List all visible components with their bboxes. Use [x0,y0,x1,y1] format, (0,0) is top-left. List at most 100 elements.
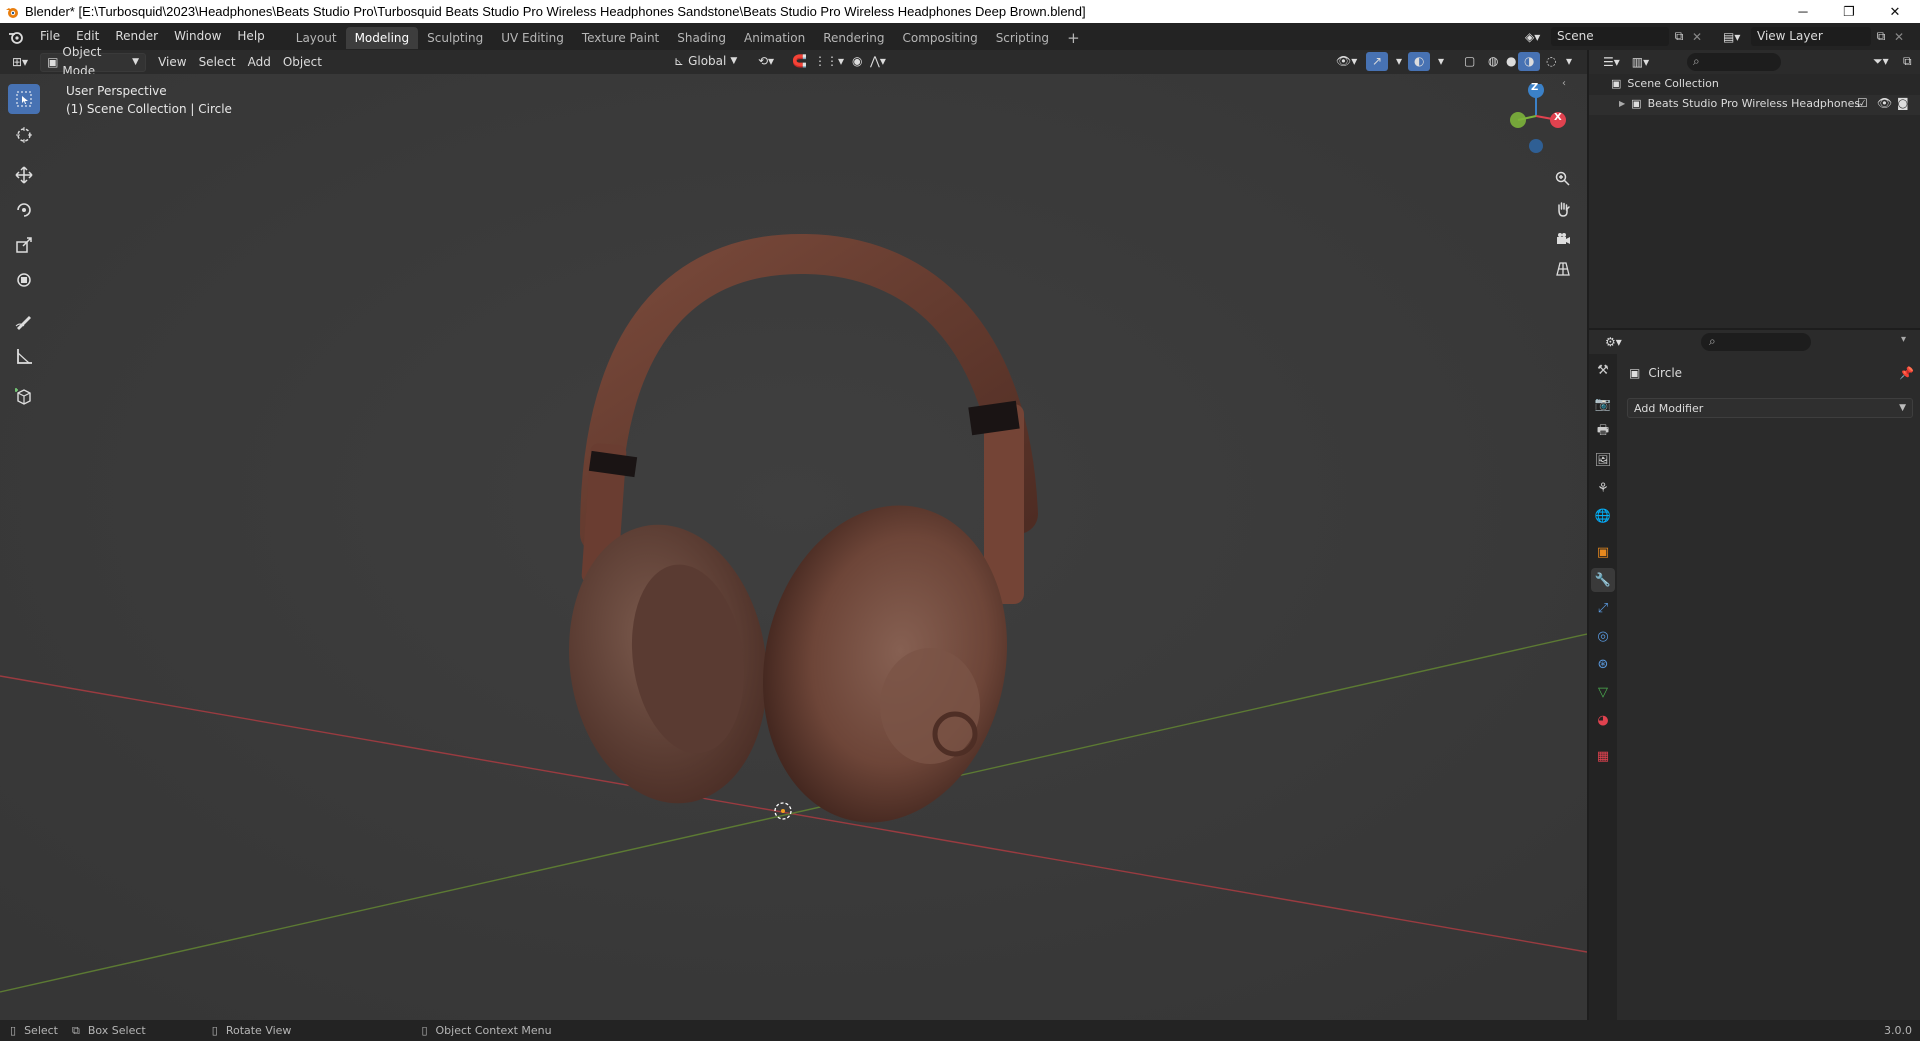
new-scene-icon[interactable]: ⧉ [1669,29,1689,44]
restore-button[interactable]: ❐ [1826,0,1872,23]
view-layer-tab-icon[interactable]: 🖼 [1591,448,1615,472]
options-dropdown-icon[interactable]: ▾ [1901,334,1906,345]
scene-collection-row[interactable]: ▣ Scene Collection [1611,77,1719,90]
add-cube-tool[interactable] [8,381,40,411]
snap-target-icon[interactable]: ⋮⋮▾ [808,52,850,71]
pivot-point-icon[interactable]: ⟲▾ [752,52,780,71]
new-collection-icon[interactable]: ⧉ [1897,52,1918,71]
3d-viewport[interactable]: User Perspective (1) Scene Collection | … [0,74,1587,1020]
gizmo-dropdown-icon[interactable]: ▾ [1390,52,1408,71]
delete-scene-icon[interactable]: ✕ [1689,30,1705,44]
gizmo-toggle-icon[interactable]: ↗ [1366,52,1389,71]
view-layer-selector[interactable]: ▤▾ View Layer ⧉ ✕ [1723,27,1907,46]
outliner-item-headphones[interactable]: ▶ ▣ Beats Studio Pro Wireless Headphones [1619,97,1860,110]
constraints-tab-icon[interactable]: ⊛ [1591,652,1615,676]
orientation-dropdown[interactable]: ⊾ Global ▼ [668,52,743,71]
filter-icon[interactable]: ⏷▾ [1867,52,1895,71]
cursor-tool[interactable] [8,120,40,150]
material-preview-icon[interactable]: ◑ [1518,52,1541,71]
blender-menu-icon[interactable] [0,30,32,44]
properties-search-input[interactable]: ⌕ [1701,333,1811,351]
close-button[interactable]: ✕ [1872,0,1918,23]
window-title-bar: Blender* [E:\Turbosquid\2023\Headphones\… [0,0,1920,23]
scene-tab-icon[interactable]: ⚘ [1591,476,1615,500]
navigation-gizmo[interactable]: Z X [1498,82,1570,156]
object-tab-icon[interactable]: ▣ [1591,540,1615,564]
orientation-icon: ⊾ [674,54,685,68]
tab-shading[interactable]: Shading [668,27,735,49]
move-tool[interactable] [8,160,40,190]
scene-selector[interactable]: ◈▾ Scene ⧉ ✕ [1525,27,1705,46]
texture-tab-icon[interactable]: ▦ [1591,744,1615,768]
menu-object[interactable]: Object [277,53,328,72]
scale-tool[interactable] [8,230,40,260]
status-select: Select [24,1024,58,1037]
minimize-button[interactable]: ─ [1780,0,1826,23]
menu-select[interactable]: Select [193,53,242,72]
tab-uv-editing[interactable]: UV Editing [492,27,573,49]
overlay-toggle-icon[interactable]: ◐ [1408,52,1431,71]
menu-help[interactable]: Help [229,23,272,50]
data-tab-icon[interactable]: ▽ [1591,680,1615,704]
outliner-panel: ☰▾ ▥▾ ⌕ ⏷▾ ⧉ ▣ Scene Collection ▶ ▣ Beat… [1589,50,1920,328]
tab-layout[interactable]: Layout [287,27,346,49]
delete-view-layer-icon[interactable]: ✕ [1891,30,1907,44]
mode-dropdown[interactable]: ▣ Object Mode ▼ [40,45,147,78]
output-tab-icon[interactable]: 🖶 [1591,420,1615,444]
pan-hand-icon[interactable] [1550,196,1576,222]
particles-tab-icon[interactable]: ⤢ [1591,596,1615,620]
new-view-layer-icon[interactable]: ⧉ [1871,29,1891,44]
camera-render-icon[interactable]: ◙ [1897,96,1909,110]
rotate-tool[interactable] [8,195,40,225]
render-tab-icon[interactable]: 📷 [1591,392,1615,416]
pin-icon[interactable]: 📌 [1899,366,1914,380]
tab-rendering[interactable]: Rendering [814,27,893,49]
tab-scripting[interactable]: Scripting [987,27,1058,49]
world-tab-icon[interactable]: 🌐 [1591,504,1615,528]
outliner-search-input[interactable]: ⌕ [1687,53,1781,71]
menu-view[interactable]: View [152,53,192,72]
gizmo-z-label: Z [1531,82,1539,93]
properties-editor-type-icon[interactable]: ⚙▾ [1599,333,1628,352]
camera-view-icon[interactable] [1550,226,1576,252]
transform-tool[interactable] [8,265,40,295]
visibility-icon[interactable]: 👁▾ [1330,52,1363,71]
expand-arrow-icon[interactable]: ▶ [1619,99,1625,108]
add-modifier-dropdown[interactable]: Add Modifier ▼ [1627,398,1913,418]
zoom-icon[interactable] [1550,166,1576,192]
tool-tab-icon[interactable]: ⚒ [1591,358,1615,382]
mouse-middle-icon: ▯ [211,1024,218,1037]
editor-type-icon[interactable]: ⊞▾ [6,53,34,72]
mouse-drag-icon: ⧉ [72,1023,80,1037]
outliner-editor-type-icon[interactable]: ☰▾ [1597,53,1626,72]
eye-icon[interactable]: 👁 [1877,96,1892,110]
material-tab-icon[interactable]: ◕ [1591,708,1615,732]
gizmo-x-label: X [1554,112,1562,123]
overlay-dropdown-icon[interactable]: ▾ [1432,52,1450,71]
tab-animation[interactable]: Animation [735,27,814,49]
menu-add[interactable]: Add [242,53,277,72]
properties-header: ⚙▾ ⌕ ▾ [1589,330,1920,354]
menu-window[interactable]: Window [166,23,229,50]
perspective-toggle-icon[interactable] [1550,256,1576,282]
view-layer-icon: ▤▾ [1723,29,1741,44]
xray-icon[interactable]: ▢ [1458,52,1481,71]
tab-sculpting[interactable]: Sculpting [418,27,492,49]
sidebar-toggle-icon[interactable]: ‹ [1562,78,1566,89]
display-mode-icon[interactable]: ▥▾ [1626,53,1655,72]
exclude-checkbox-icon[interactable]: ☑ [1857,96,1868,110]
measure-tool[interactable] [8,341,40,371]
tab-modeling[interactable]: Modeling [345,26,419,49]
shading-dropdown-icon[interactable]: ▾ [1560,52,1578,71]
annotate-tool[interactable] [8,306,40,336]
falloff-icon[interactable]: ⋀▾ [864,52,892,71]
select-box-tool[interactable] [8,84,40,114]
tab-compositing[interactable]: Compositing [893,27,986,49]
tab-texture-paint[interactable]: Texture Paint [573,27,668,49]
chevron-down-icon: ▼ [132,56,140,67]
physics-tab-icon[interactable]: ◎ [1591,624,1615,648]
scene-name-field[interactable]: Scene [1551,27,1669,46]
modifier-wrench-icon[interactable]: 🔧 [1591,568,1615,592]
view-layer-field[interactable]: View Layer [1751,27,1871,46]
add-workspace-button[interactable]: + [1058,27,1089,49]
